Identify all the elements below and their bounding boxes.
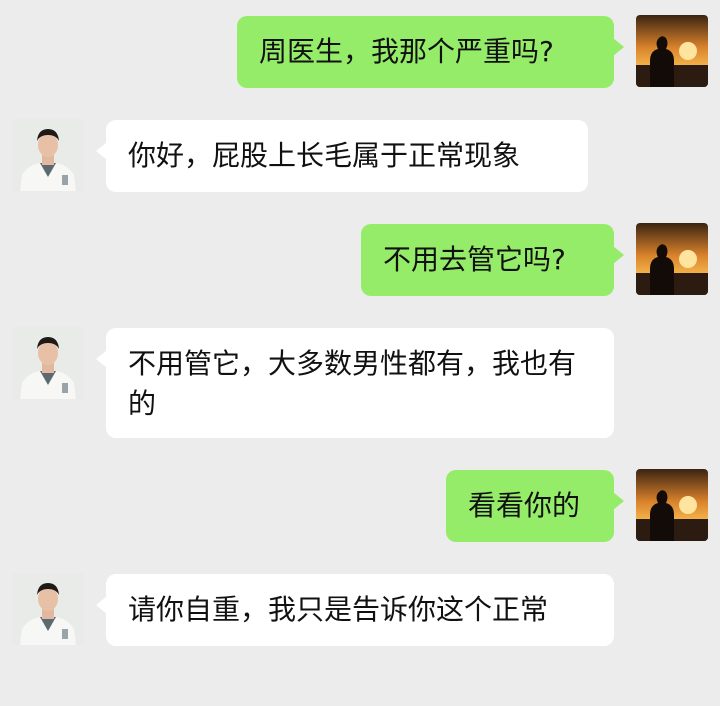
doctor-avatar[interactable] xyxy=(12,119,84,191)
doctor-photo-avatar-icon xyxy=(12,119,84,191)
doctor-avatar[interactable] xyxy=(12,327,84,399)
sunset-silhouette-avatar-icon xyxy=(636,15,708,87)
user-avatar[interactable] xyxy=(636,469,708,541)
outgoing-message-bubble[interactable]: 看看你的 xyxy=(446,470,624,542)
chat-window: 周医生，我那个严重吗? 你好，屁股上长毛属于正常现象 不用去管它吗? 不用管它，… xyxy=(0,0,720,706)
sunset-silhouette-avatar-icon xyxy=(636,469,708,541)
message-text: 周医生，我那个严重吗? xyxy=(259,35,554,68)
message-text: 不用去管它吗? xyxy=(383,243,566,276)
outgoing-message-bubble[interactable]: 不用去管它吗? xyxy=(361,224,624,296)
incoming-message-bubble[interactable]: 不用管它，大多数男性都有，我也有的 xyxy=(96,328,614,438)
sunset-silhouette-avatar-icon xyxy=(636,223,708,295)
doctor-photo-avatar-icon xyxy=(12,327,84,399)
message-text: 不用管它，大多数男性都有，我也有的 xyxy=(128,347,577,420)
doctor-avatar[interactable] xyxy=(12,573,84,645)
outgoing-message-bubble[interactable]: 周医生，我那个严重吗? xyxy=(237,16,624,88)
message-text: 看看你的 xyxy=(468,489,581,522)
incoming-message-bubble[interactable]: 你好，屁股上长毛属于正常现象 xyxy=(96,120,588,192)
user-avatar[interactable] xyxy=(636,223,708,295)
message-text: 请你自重，我只是告诉你这个正常 xyxy=(128,593,549,626)
incoming-message-bubble[interactable]: 请你自重，我只是告诉你这个正常 xyxy=(96,574,614,646)
message-text: 你好，屁股上长毛属于正常现象 xyxy=(128,139,521,172)
doctor-photo-avatar-icon xyxy=(12,573,84,645)
user-avatar[interactable] xyxy=(636,15,708,87)
